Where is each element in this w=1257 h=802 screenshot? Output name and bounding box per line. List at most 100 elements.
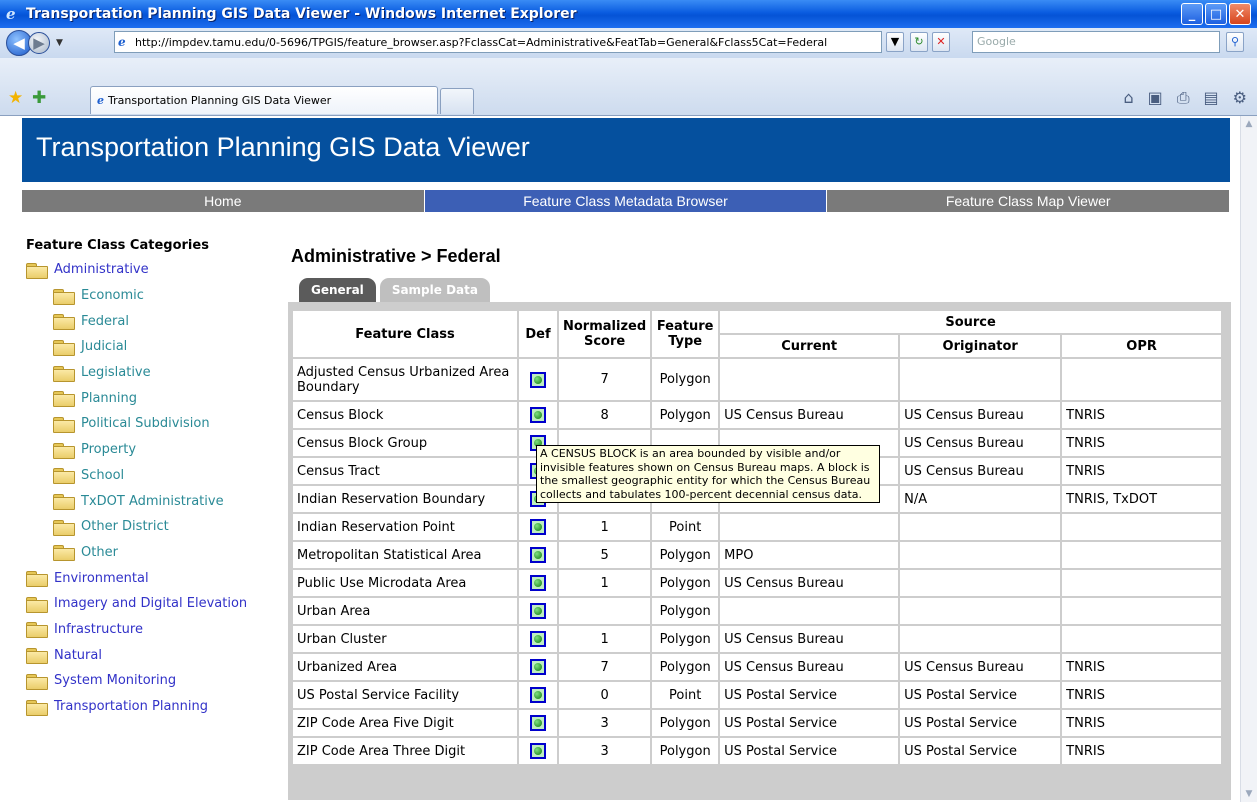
table-row: Urban Area Polygon (291, 596, 1223, 626)
def-cell (517, 624, 559, 654)
browser-tab-active[interactable]: e Transportation Planning GIS Data Viewe… (90, 86, 438, 114)
def-cell (517, 357, 559, 402)
table-container: Feature Class Def Normalized Score Featu… (288, 302, 1231, 800)
sidebar-item[interactable]: Imagery and Digital Elevation (22, 591, 274, 617)
folder-icon (26, 571, 48, 588)
search-input[interactable]: Google (972, 31, 1220, 53)
print-icon[interactable]: ⎙ (1177, 88, 1190, 108)
sidebar-item-label: Natural (54, 647, 102, 663)
feeds-icon[interactable]: ▣ (1148, 88, 1163, 108)
cell-opr: TNRIS (1060, 652, 1223, 682)
cell-opr: TNRIS (1060, 456, 1223, 486)
definition-icon[interactable] (530, 407, 546, 423)
cell-type: Polygon (650, 624, 721, 654)
sidebar-item[interactable]: Property (22, 437, 274, 463)
home-icon[interactable]: ⌂ (1123, 88, 1133, 108)
sidebar-item[interactable]: Legislative (22, 360, 274, 386)
cell-opr (1060, 624, 1223, 654)
col-originator: Originator (898, 333, 1063, 359)
category-sidebar: Feature Class Categories Administrative E… (22, 238, 274, 719)
sidebar-item[interactable]: Other District (22, 514, 274, 540)
folder-icon (53, 545, 75, 562)
sidebar-item[interactable]: Economic (22, 283, 274, 309)
folder-icon (26, 262, 48, 279)
cell-score: 5 (556, 540, 653, 570)
nav-metadata-browser[interactable]: Feature Class Metadata Browser (424, 190, 828, 212)
definition-icon[interactable] (530, 631, 546, 647)
sidebar-item[interactable]: Political Subdivision (22, 411, 274, 437)
table-row: US Postal Service Facility 0 Point US Posta… (291, 680, 1223, 710)
favorites-star-icon[interactable]: ★ (8, 88, 23, 108)
col-opr: OPR (1060, 333, 1223, 359)
refresh-icon[interactable]: ↻ (910, 32, 928, 52)
definition-icon[interactable] (530, 659, 546, 675)
sidebar-item-label: Political Subdivision (81, 416, 210, 432)
def-cell (517, 596, 559, 626)
tab-general[interactable]: General (299, 278, 376, 302)
cell-type: Polygon (650, 652, 721, 682)
address-bar[interactable]: e http://impdev.tamu.edu/0-5696/TPGIS/fe… (114, 31, 882, 53)
sidebar-item[interactable]: Natural (22, 642, 274, 668)
cell-name: Adjusted Census Urbanized Area Boundary (291, 357, 519, 402)
search-icon[interactable]: ⚲ (1226, 32, 1244, 52)
definition-icon[interactable] (530, 575, 546, 591)
new-tab-button[interactable] (440, 88, 474, 114)
definition-icon[interactable] (530, 687, 546, 703)
sidebar-item[interactable]: Judicial (22, 334, 274, 360)
col-source: Source (718, 309, 1223, 335)
definition-icon[interactable] (530, 371, 546, 388)
page-menu-icon[interactable]: ▤ (1204, 88, 1219, 108)
definition-icon[interactable] (530, 715, 546, 731)
sidebar-item[interactable]: School (22, 463, 274, 489)
folder-icon (53, 442, 75, 459)
address-toolbar: ◀ ▶ ▼ e http://impdev.tamu.edu/0-5696/TP… (0, 28, 1257, 58)
sidebar-item[interactable]: Infrastructure (22, 617, 274, 643)
cell-originator: US Census Bureau (898, 652, 1063, 682)
scroll-down-icon[interactable]: ▼ (1241, 786, 1257, 802)
cell-originator: US Postal Service (898, 736, 1063, 766)
close-button[interactable]: ✕ (1229, 3, 1251, 25)
sidebar-item[interactable]: Environmental (22, 565, 274, 591)
nav-home[interactable]: Home (22, 190, 425, 212)
cell-originator: US Postal Service (898, 680, 1063, 710)
cell-type: Polygon (650, 357, 721, 402)
cell-current (718, 357, 901, 402)
cell-score (556, 596, 653, 626)
definition-icon[interactable] (530, 603, 546, 619)
cell-name: Urban Area (291, 596, 519, 626)
sidebar-item[interactable]: Transportation Planning (22, 694, 274, 720)
cell-current: US Census Bureau (718, 568, 901, 598)
table-row: ZIP Code Area Three Digit 3 Polygon US Post… (291, 736, 1223, 766)
minimize-button[interactable]: _ (1181, 3, 1203, 25)
cell-opr (1060, 512, 1223, 542)
scroll-up-icon[interactable]: ▲ (1241, 116, 1257, 132)
def-cell (517, 540, 559, 570)
cell-opr (1060, 540, 1223, 570)
add-favorite-icon[interactable]: ✚ (32, 88, 46, 108)
tools-gear-icon[interactable]: ⚙ (1233, 88, 1247, 108)
sidebar-item[interactable]: Federal (22, 308, 274, 334)
forward-button[interactable]: ▶ (28, 32, 50, 54)
vertical-scrollbar[interactable]: ▲ ▼ (1240, 116, 1257, 802)
sidebar-item[interactable]: Administrative (22, 257, 274, 283)
def-cell (517, 736, 559, 766)
cell-opr: TNRIS (1060, 680, 1223, 710)
definition-icon[interactable] (530, 743, 546, 759)
maximize-button[interactable]: □ (1205, 3, 1227, 25)
cell-type: Polygon (650, 400, 721, 430)
content-tabs: General Sample Data (299, 278, 490, 302)
tab-sample-data[interactable]: Sample Data (379, 278, 490, 302)
sidebar-item[interactable]: Other (22, 540, 274, 566)
definition-icon[interactable] (530, 547, 546, 563)
sidebar-item[interactable]: TxDOT Administrative (22, 488, 274, 514)
def-cell (517, 512, 559, 542)
col-current: Current (718, 333, 901, 359)
address-dropdown-button[interactable]: ▼ (886, 32, 904, 52)
category-tree: Administrative Economic Federal Judicial Leg… (22, 257, 274, 719)
nav-map-viewer[interactable]: Feature Class Map Viewer (827, 190, 1231, 212)
definition-icon[interactable] (530, 519, 546, 535)
history-dropdown-icon[interactable]: ▼ (56, 38, 63, 48)
sidebar-item[interactable]: System Monitoring (22, 668, 274, 694)
sidebar-item[interactable]: Planning (22, 385, 274, 411)
stop-icon[interactable]: ✕ (932, 32, 950, 52)
